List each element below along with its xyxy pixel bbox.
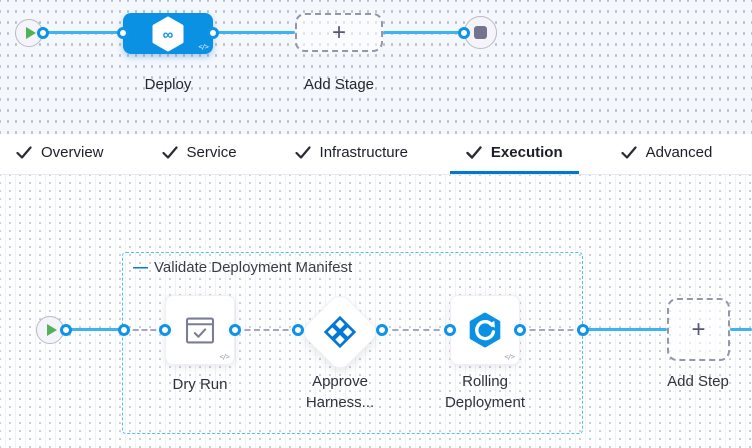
add-step-label: Add Step <box>648 371 748 392</box>
connector-anchor <box>514 324 526 336</box>
step-rolling-deployment[interactable]: </> <box>450 295 520 365</box>
step-dry-run[interactable]: </> <box>165 295 235 365</box>
connector-line <box>66 328 124 331</box>
connector-anchor <box>207 27 219 39</box>
connector-anchor <box>292 324 304 336</box>
dry-run-check-window-icon <box>185 317 215 344</box>
execution-canvas: — Validate Deployment Manifest </> <box>0 175 752 448</box>
step-group-header: — Validate Deployment Manifest <box>133 259 352 276</box>
plus-icon: + <box>332 21 346 45</box>
collapse-group-icon[interactable]: — <box>133 260 148 275</box>
play-icon <box>26 27 36 39</box>
connector-line-dashed <box>382 329 450 331</box>
tab-advanced[interactable]: Advanced <box>605 134 729 174</box>
add-stage-label: Add Stage <box>279 76 399 93</box>
check-icon <box>162 146 178 159</box>
stage-canvas: ∞ </> + Deploy Add Stage <box>0 0 752 134</box>
check-icon <box>621 146 637 159</box>
svg-text:∞: ∞ <box>163 26 174 43</box>
tab-overview[interactable]: Overview <box>0 134 120 174</box>
connector-line-dashed <box>520 329 583 331</box>
tab-label: Infrastructure <box>320 144 408 161</box>
stage-config-tabs: Overview Service Infrastructure Executio… <box>0 134 752 175</box>
connector-line <box>213 31 295 34</box>
connector-anchor <box>577 324 589 336</box>
connector-anchor <box>37 27 49 39</box>
connector-anchor <box>118 324 130 336</box>
connector-anchor <box>159 324 171 336</box>
deploy-stage-node[interactable]: ∞ </> <box>123 13 213 54</box>
tab-service[interactable]: Service <box>146 134 253 174</box>
stop-icon <box>474 26 487 39</box>
plus-icon: + <box>691 318 705 342</box>
add-step-button[interactable]: + <box>667 298 730 361</box>
yaml-code-icon: </> <box>219 353 229 361</box>
add-stage-button[interactable]: + <box>295 13 383 52</box>
tab-label: Service <box>187 144 237 161</box>
tab-execution[interactable]: Execution <box>450 134 579 174</box>
rolling-deployment-hexagon-icon <box>466 311 504 349</box>
connector-line <box>383 31 464 34</box>
pipeline-studio: ∞ </> + Deploy Add Stage Overview Servic… <box>0 0 752 448</box>
tab-label: Advanced <box>646 144 713 161</box>
connector-anchor <box>117 27 129 39</box>
step-group-title: Validate Deployment Manifest <box>154 259 352 276</box>
play-icon <box>47 324 57 336</box>
connector-anchor <box>376 324 388 336</box>
tab-label: Overview <box>41 144 104 161</box>
check-icon <box>466 146 482 159</box>
check-icon <box>16 146 32 159</box>
cd-hexagon-icon: ∞ <box>151 16 185 52</box>
step-label-rolling: Rolling Deployment <box>435 371 535 413</box>
connector-line <box>585 328 667 331</box>
connector-anchor <box>229 324 241 336</box>
connector-line <box>43 31 123 34</box>
connector-anchor <box>60 324 72 336</box>
step-label-approve: Approve Harness... <box>300 371 380 413</box>
connector-anchor <box>458 27 470 39</box>
connector-anchor <box>444 324 456 336</box>
check-icon <box>295 146 311 159</box>
yaml-code-icon: </> <box>504 353 514 361</box>
yaml-code-icon: </> <box>198 43 208 51</box>
tab-label: Execution <box>491 144 563 161</box>
connector-line-dashed <box>235 329 298 331</box>
deploy-stage-label: Deploy <box>108 76 228 93</box>
connector-line <box>730 328 752 331</box>
tab-infrastructure[interactable]: Infrastructure <box>279 134 424 174</box>
step-label-dry-run: Dry Run <box>150 374 250 395</box>
